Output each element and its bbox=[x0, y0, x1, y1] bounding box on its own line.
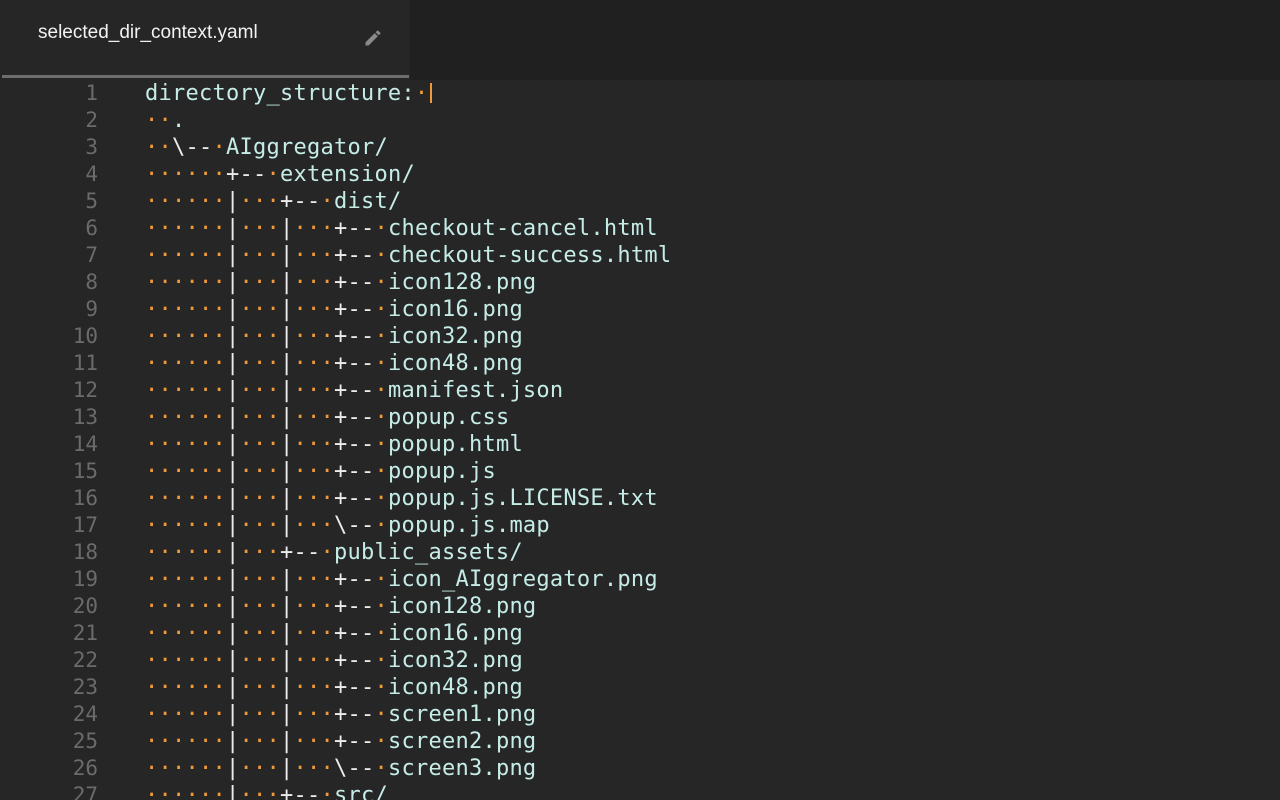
line-number: 2 bbox=[85, 108, 98, 132]
line-text[interactable]: ······|···+--·public_assets/ bbox=[145, 539, 523, 566]
line-number: 23 bbox=[72, 675, 98, 699]
code-line[interactable]: 24 ······|···|···+--·screen1.png bbox=[0, 701, 1280, 728]
line-number: 19 bbox=[72, 567, 98, 591]
code-line[interactable]: 6 ······|···|···+--·checkout-cancel.html bbox=[0, 215, 1280, 242]
line-number: 22 bbox=[72, 648, 98, 672]
code-line[interactable]: 13 ······|···|···+--·popup.css bbox=[0, 404, 1280, 431]
code-line[interactable]: 9 ······|···|···+--·icon16.png bbox=[0, 296, 1280, 323]
line-text[interactable]: ······|···|···+--·checkout-success.html bbox=[145, 242, 671, 269]
code-line[interactable]: 10 ······|···|···+--·icon32.png bbox=[0, 323, 1280, 350]
line-number: 14 bbox=[72, 432, 98, 456]
code-line[interactable]: 16 ······|···|···+--·popup.js.LICENSE.txt bbox=[0, 485, 1280, 512]
code-line[interactable]: 18 ······|···+--·public_assets/ bbox=[0, 539, 1280, 566]
tab-selected-dir-context[interactable]: selected_dir_context.yaml bbox=[0, 0, 410, 80]
line-text[interactable]: ······|···|···\--·screen3.png bbox=[145, 755, 536, 782]
code-editor[interactable]: 1 directory_structure:· 2 ··. 3 ··\--·AIggreg… bbox=[0, 80, 1280, 800]
line-text[interactable]: ······|···+--·dist/ bbox=[145, 188, 401, 215]
line-number: 3 bbox=[85, 135, 98, 159]
line-text[interactable]: ······|···|···+--·icon128.png bbox=[145, 269, 536, 296]
code-line[interactable]: 14 ······|···|···+--·popup.html bbox=[0, 431, 1280, 458]
line-number: 25 bbox=[72, 729, 98, 753]
line-text[interactable]: ··\--·AIggregator/ bbox=[145, 134, 388, 161]
code-line[interactable]: 4 ······+--·extension/ bbox=[0, 161, 1280, 188]
code-line[interactable]: 8 ······|···|···+--·icon128.png bbox=[0, 269, 1280, 296]
code-line[interactable]: 12 ······|···|···+--·manifest.json bbox=[0, 377, 1280, 404]
code-line[interactable]: 2 ··. bbox=[0, 107, 1280, 134]
line-text[interactable]: ······|···|···+--·icon16.png bbox=[145, 296, 523, 323]
line-number: 4 bbox=[85, 162, 98, 186]
line-number: 12 bbox=[72, 378, 98, 402]
line-number: 9 bbox=[85, 297, 98, 321]
code-line[interactable]: 26 ······|···|···\--·screen3.png bbox=[0, 755, 1280, 782]
code-line[interactable]: 11 ······|···|···+--·icon48.png bbox=[0, 350, 1280, 377]
code-line[interactable]: 3 ··\--·AIggregator/ bbox=[0, 134, 1280, 161]
line-text[interactable]: ······|···|···+--·icon48.png bbox=[145, 674, 523, 701]
code-line[interactable]: 21 ······|···|···+--·icon16.png bbox=[0, 620, 1280, 647]
line-text[interactable]: ······|···|···+--·icon32.png bbox=[145, 323, 523, 350]
line-text[interactable]: ······|···|···+--·popup.js.LICENSE.txt bbox=[145, 485, 658, 512]
code-line[interactable]: 1 directory_structure:· bbox=[0, 80, 1280, 107]
line-text[interactable]: ······|···|···+--·icon32.png bbox=[145, 647, 523, 674]
code-line[interactable]: 17 ······|···|···\--·popup.js.map bbox=[0, 512, 1280, 539]
code-line[interactable]: 19 ······|···|···+--·icon_AIggregator.png bbox=[0, 566, 1280, 593]
line-text[interactable]: ······|···|···+--·icon48.png bbox=[145, 350, 523, 377]
line-text[interactable]: ······|···|···+--·popup.js bbox=[145, 458, 496, 485]
code-line[interactable]: 15 ······|···|···+--·popup.js bbox=[0, 458, 1280, 485]
line-text[interactable]: ······|···+--·src/ bbox=[145, 782, 388, 800]
code-line[interactable]: 27 ······|···+--·src/ bbox=[0, 782, 1280, 800]
line-number: 21 bbox=[72, 621, 98, 645]
line-number: 5 bbox=[85, 189, 98, 213]
line-number: 20 bbox=[72, 594, 98, 618]
line-number: 8 bbox=[85, 270, 98, 294]
line-number: 15 bbox=[72, 459, 98, 483]
text-cursor bbox=[430, 83, 433, 103]
line-text[interactable]: ······|···|···+--·manifest.json bbox=[145, 377, 563, 404]
line-text[interactable]: ······|···|···+--·icon_AIggregator.png bbox=[145, 566, 658, 593]
line-text[interactable]: ······|···|···+--·popup.css bbox=[145, 404, 509, 431]
line-number: 11 bbox=[72, 351, 98, 375]
line-text[interactable]: directory_structure:· bbox=[145, 80, 433, 107]
line-text[interactable]: ······|···|···+--·icon128.png bbox=[145, 593, 536, 620]
line-text[interactable]: ······|···|···+--·screen1.png bbox=[145, 701, 536, 728]
line-text[interactable]: ······|···|···\--·popup.js.map bbox=[145, 512, 550, 539]
line-number: 6 bbox=[85, 216, 98, 240]
pencil-icon[interactable] bbox=[363, 28, 383, 48]
active-tab-indicator bbox=[2, 75, 409, 78]
line-number: 24 bbox=[72, 702, 98, 726]
line-text[interactable]: ······|···|···+--·checkout-cancel.html bbox=[145, 215, 658, 242]
line-number: 18 bbox=[72, 540, 98, 564]
line-number: 1 bbox=[85, 81, 98, 105]
line-text[interactable]: ······+--·extension/ bbox=[145, 161, 415, 188]
line-number: 10 bbox=[72, 324, 98, 348]
tab-title[interactable]: selected_dir_context.yaml bbox=[38, 22, 258, 44]
line-number: 17 bbox=[72, 513, 98, 537]
line-number: 13 bbox=[72, 405, 98, 429]
line-text[interactable]: ······|···|···+--·icon16.png bbox=[145, 620, 523, 647]
line-text[interactable]: ······|···|···+--·popup.html bbox=[145, 431, 523, 458]
line-text[interactable]: ··. bbox=[145, 107, 186, 134]
line-number: 7 bbox=[85, 243, 98, 267]
line-number: 27 bbox=[72, 783, 98, 800]
code-line[interactable]: 25 ······|···|···+--·screen2.png bbox=[0, 728, 1280, 755]
line-number: 26 bbox=[72, 756, 98, 780]
code-line[interactable]: 22 ······|···|···+--·icon32.png bbox=[0, 647, 1280, 674]
code-line[interactable]: 20 ······|···|···+--·icon128.png bbox=[0, 593, 1280, 620]
line-number: 16 bbox=[72, 486, 98, 510]
tab-bar: selected_dir_context.yaml bbox=[0, 0, 1280, 80]
code-line[interactable]: 23 ······|···|···+--·icon48.png bbox=[0, 674, 1280, 701]
code-line[interactable]: 7 ······|···|···+--·checkout-success.html bbox=[0, 242, 1280, 269]
line-text[interactable]: ······|···|···+--·screen2.png bbox=[145, 728, 536, 755]
code-line[interactable]: 5 ······|···+--·dist/ bbox=[0, 188, 1280, 215]
